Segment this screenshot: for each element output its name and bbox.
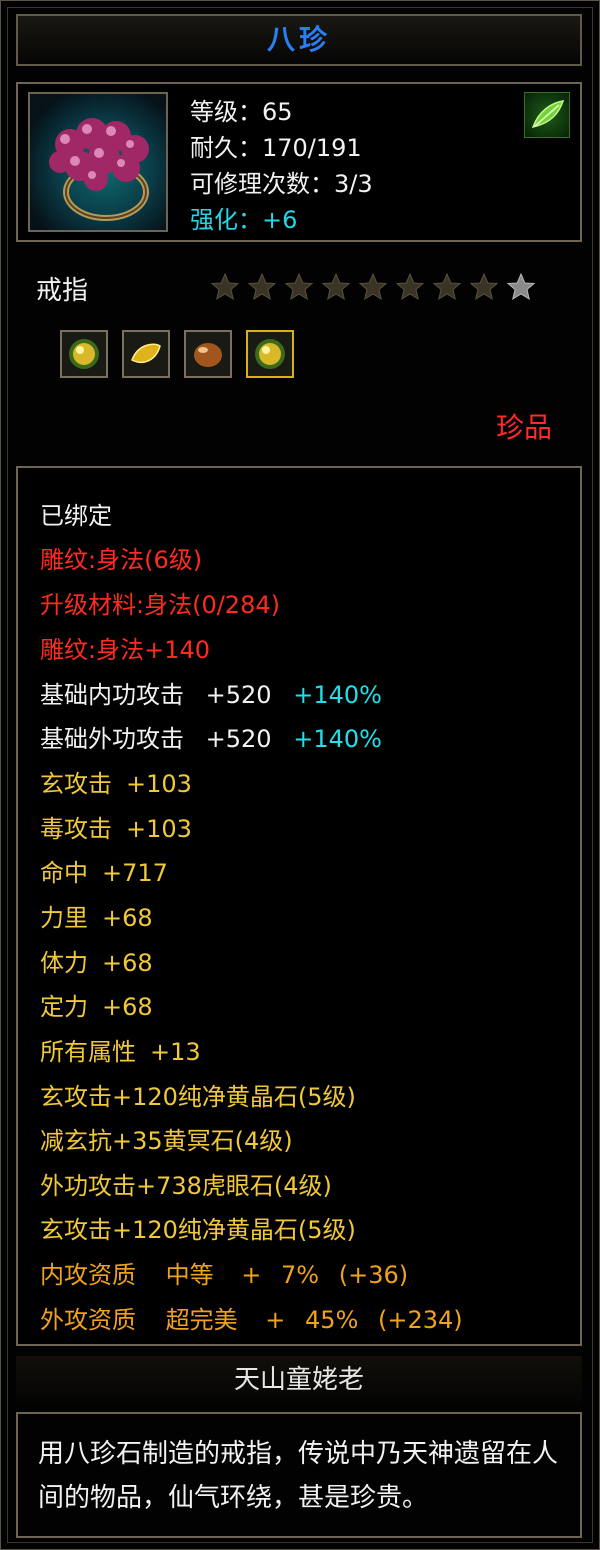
star-empty-icon <box>506 272 536 302</box>
star-filled-icon <box>469 272 499 302</box>
aptitude-bonus: (+234) <box>378 1306 463 1334</box>
gem-bonus-1: 玄攻击+120纯净黄晶石(5级) <box>40 1083 356 1111</box>
gem-bonus-4: 玄攻击+120纯净黄晶石(5级) <box>40 1216 356 1244</box>
green-leaf-icon <box>524 92 570 138</box>
star-filled-icon <box>395 272 425 302</box>
attr-label: 定力 <box>40 993 88 1021</box>
yellow-crystal-gem-icon[interactable] <box>60 330 108 378</box>
attr-label: 基础外功攻击 <box>40 725 184 753</box>
attr-percent: +140% <box>293 681 382 709</box>
star-filled-icon <box>210 272 240 302</box>
aptitude-grade: 中等 <box>165 1261 214 1289</box>
aptitude-percent: 45% <box>305 1306 359 1334</box>
item-type: 戒指 <box>36 276 89 306</box>
aptitude-grade: 超完美 <box>165 1306 238 1334</box>
focus-row: 定力 +68 <box>40 987 153 1022</box>
inner-aptitude-row: 内攻资质 中等 + 7% (+36) <box>40 1255 408 1290</box>
aptitude-plus: + <box>265 1306 286 1334</box>
item-name: 八珍 <box>266 23 331 56</box>
item-title-bar: 八珍 <box>16 14 582 66</box>
ring-icon <box>28 92 168 232</box>
item-header-panel: 等级：65 耐久：170/191 可修理次数：3/3 强化：+6 <box>16 82 582 242</box>
star-rating <box>210 272 536 302</box>
item-durability: 耐久：170/191 <box>190 134 362 162</box>
item-enhance-level: 强化：+6 <box>190 206 298 234</box>
attr-value: +103 <box>126 770 192 798</box>
engrave-attr: 雕纹:身法(6级) <box>40 546 203 574</box>
attr-label: 所有属性 <box>40 1038 136 1066</box>
aptitude-label: 外攻资质 <box>40 1306 136 1334</box>
all-attributes-row: 所有属性 +13 <box>40 1032 201 1067</box>
attr-label: 玄攻击 <box>40 770 112 798</box>
bronze-egg-gem-icon[interactable] <box>184 330 232 378</box>
gem-bonus-2: 减玄抗+35黄冥石(4级) <box>40 1127 293 1155</box>
set-name: 天山童姥老 <box>233 1365 364 1395</box>
star-filled-icon <box>284 272 314 302</box>
yellow-crystal-gem-icon[interactable] <box>246 330 294 378</box>
attr-label: 力里 <box>40 904 88 932</box>
attr-value: +68 <box>102 993 153 1021</box>
attr-value: +520 <box>205 681 272 709</box>
outer-aptitude-row: 外攻资质 超完美 + 45% (+234) <box>40 1300 463 1335</box>
poison-attack-row: 毒攻击 +103 <box>40 809 192 844</box>
star-filled-icon <box>432 272 462 302</box>
xuan-attack-row: 玄攻击 +103 <box>40 764 192 799</box>
attribute-panel: 已绑定 雕纹:身法(6级) 升级材料:身法(0/284) 雕纹:身法+140 基… <box>16 466 582 1346</box>
aptitude-percent: 7% <box>281 1261 320 1289</box>
attr-label: 体力 <box>40 949 88 977</box>
attr-value: +68 <box>102 949 153 977</box>
aptitude-label: 内攻资质 <box>40 1261 136 1289</box>
upgrade-material: 升级材料:身法(0/284) <box>40 591 280 619</box>
set-name-bar: 天山童姥老 <box>16 1356 582 1404</box>
attr-label: 命中 <box>40 859 88 887</box>
engrave-bonus: 雕纹:身法+140 <box>40 636 211 664</box>
vitality-row: 体力 +68 <box>40 943 153 978</box>
gold-leaf-gem-icon[interactable] <box>122 330 170 378</box>
description-panel: 用八珍石制造的戒指，传说中乃天神遗留在人间的物品，仙气环绕，甚是珍贵。 <box>16 1412 582 1538</box>
gem-slots <box>60 330 294 378</box>
item-description: 用八珍石制造的戒指，传说中乃天神遗留在人间的物品，仙气环绕，甚是珍贵。 <box>38 1439 559 1513</box>
aptitude-bonus: (+36) <box>338 1261 409 1289</box>
attr-label: 基础内功攻击 <box>40 681 184 709</box>
attr-value: +103 <box>126 815 192 843</box>
star-filled-icon <box>358 272 388 302</box>
star-filled-icon <box>247 272 277 302</box>
star-filled-icon <box>321 272 351 302</box>
attr-value: +13 <box>150 1038 201 1066</box>
attr-label: 毒攻击 <box>40 815 112 843</box>
attr-value: +717 <box>102 859 168 887</box>
strength-row: 力里 +68 <box>40 898 153 933</box>
gem-bonus-3: 外功攻击+738虎眼石(4级) <box>40 1172 332 1200</box>
attr-value: +68 <box>102 904 153 932</box>
item-quality: 珍品 <box>495 411 552 444</box>
aptitude-plus: + <box>241 1261 262 1289</box>
hit-row: 命中 +717 <box>40 853 168 888</box>
item-repair-count: 可修理次数：3/3 <box>190 170 373 198</box>
inner-attack-row: 基础内功攻击 +520 +140% <box>40 675 382 710</box>
attr-percent: +140% <box>293 725 382 753</box>
bound-status: 已绑定 <box>40 502 112 530</box>
ring-illustration <box>49 118 149 221</box>
outer-attack-row: 基础外功攻击 +520 +140% <box>40 719 382 754</box>
attr-value: +520 <box>205 725 272 753</box>
item-level: 等级：65 <box>190 98 293 126</box>
